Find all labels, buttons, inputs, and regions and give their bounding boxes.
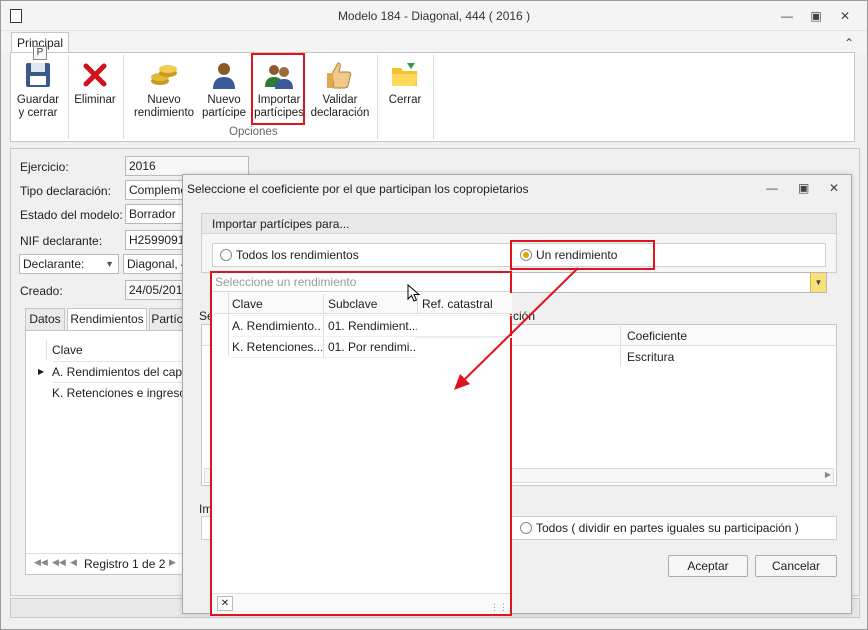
mouse-cursor-icon — [407, 284, 421, 302]
col-clave[interactable]: Clave — [232, 294, 322, 314]
person-icon — [213, 63, 235, 89]
declarante-field[interactable]: Diagonal, 4 — [123, 254, 185, 274]
floppy-disk-icon — [26, 63, 50, 87]
nav-prev-page-icon[interactable]: ◀◀ — [52, 557, 66, 568]
nif-label: NIF declarante: — [20, 234, 103, 248]
tipo-declaracion-label: Tipo declaración: — [20, 184, 111, 198]
close-icon[interactable]: ✕ — [835, 8, 855, 24]
grid-navigator: ◀◀ ◀◀ ◀ Registro 1 de 2 ▶ — [26, 553, 184, 573]
coef-value[interactable]: Escritura — [620, 347, 830, 367]
ribbon-separator — [377, 55, 378, 139]
estado-label: Estado del modelo: — [20, 208, 123, 222]
tab-participes[interactable]: Partíc — [149, 308, 185, 330]
import-button-highlight — [251, 53, 305, 125]
group-title: Importar partícipes para... — [202, 214, 836, 234]
nav-first-icon[interactable]: ◀◀ — [34, 557, 48, 568]
popup-close-icon[interactable]: ✕ — [217, 596, 233, 611]
tab-rendimientos[interactable]: Rendimientos — [67, 308, 147, 331]
tab-datos[interactable]: Datos — [25, 308, 65, 330]
radio-todos[interactable]: Todos ( dividir en partes iguales su par… — [520, 521, 799, 535]
popup-row-clave[interactable]: K. Retenciones... — [232, 336, 322, 358]
nif-field[interactable]: H25990912 — [125, 230, 185, 250]
folder-icon — [392, 63, 418, 86]
ribbon-separator — [123, 55, 124, 139]
options-group-label: Opciones — [229, 126, 278, 138]
dialog-close-icon[interactable]: ✕ — [829, 181, 839, 195]
keytip-badge: P — [33, 46, 47, 60]
estado-field[interactable]: Borrador — [125, 204, 185, 224]
nav-prev-icon[interactable]: ◀ — [70, 557, 77, 568]
new-participant-button[interactable]: Nuevo partícipe — [199, 53, 249, 125]
coef-header: Coeficiente — [620, 326, 830, 346]
ribbon-separator — [68, 55, 69, 139]
popup-footer: ✕ ⋮⋮ — [212, 593, 510, 614]
nav-record-text: Registro 1 de 2 — [84, 557, 166, 571]
grid-header-clave: Clave — [52, 343, 83, 357]
window-title: Modelo 184 - Diagonal, 444 ( 2016 ) — [337, 9, 531, 23]
radio-off-icon — [220, 249, 232, 261]
delete-button[interactable]: Eliminar — [72, 53, 118, 125]
radio-off-icon — [520, 522, 532, 534]
annotation-arrow-icon — [454, 267, 579, 390]
grid-row[interactable]: A. Rendimientos del capital — [52, 361, 184, 382]
dialog-minimize-icon[interactable]: — — [766, 181, 778, 195]
row-indicator-icon: ▶ — [38, 367, 45, 376]
chevron-down-icon[interactable]: ▼ — [810, 273, 826, 292]
red-x-icon — [83, 63, 107, 87]
popup-row-clave[interactable]: A. Rendimiento... — [232, 315, 322, 336]
chevron-down-icon: ▼ — [105, 259, 114, 269]
declarante-select[interactable]: Declarante: ▼ — [19, 254, 119, 274]
dialog-title: Seleccione el coeficiente por el que par… — [187, 182, 529, 196]
close-button[interactable]: Cerrar — [381, 53, 429, 125]
tipo-declaracion-field[interactable]: Complemen — [125, 180, 185, 200]
creado-field[interactable]: 24/05/2017 — [125, 280, 185, 300]
ribbon-tabstrip — [1, 31, 867, 53]
scroll-right-icon[interactable]: ▶ — [825, 470, 831, 479]
creado-label: Creado: — [20, 284, 63, 298]
minimize-icon[interactable]: — — [777, 8, 797, 24]
collapse-ribbon-icon[interactable]: ⌃ — [839, 35, 859, 51]
coins-icon — [151, 65, 177, 85]
nav-next-icon[interactable]: ▶ — [169, 557, 176, 568]
ejercicio-label: Ejercicio: — [20, 160, 69, 174]
maximize-icon[interactable]: ▣ — [806, 8, 826, 24]
thumbs-up-icon — [327, 62, 352, 89]
cancel-button[interactable]: Cancelar — [755, 555, 837, 577]
radio-all-incomes[interactable]: Todos los rendimientos — [220, 248, 359, 262]
col-subclave[interactable]: Subclave — [323, 294, 417, 314]
popup-row-subclave[interactable]: 01. Rendimient... — [323, 315, 417, 336]
rendimientos-grid: Clave ▶ A. Rendimientos del capital K. R… — [25, 330, 185, 575]
popup-row-subclave[interactable]: 01. Por rendimi... — [323, 336, 417, 358]
save-close-button[interactable]: Guardar y cerrar — [13, 53, 63, 125]
accept-button[interactable]: Aceptar — [668, 555, 748, 577]
grid-row[interactable]: K. Retenciones e ingresos a — [52, 382, 184, 403]
ejercicio-field[interactable]: 2016 — [125, 156, 249, 176]
resize-grip-icon[interactable]: ⋮⋮ — [490, 602, 508, 613]
ribbon-separator — [433, 55, 434, 139]
new-income-button[interactable]: Nuevo rendimiento — [133, 53, 195, 125]
ribbon-panel: Guardar y cerrar Eliminar Nuevo rendimient… — [10, 52, 855, 142]
validate-declaration-button[interactable]: Validar declaración — [309, 53, 371, 125]
title-bar: Modelo 184 - Diagonal, 444 ( 2016 ) — ▣ … — [1, 1, 867, 31]
dialog-maximize-icon[interactable]: ▣ — [798, 181, 809, 195]
